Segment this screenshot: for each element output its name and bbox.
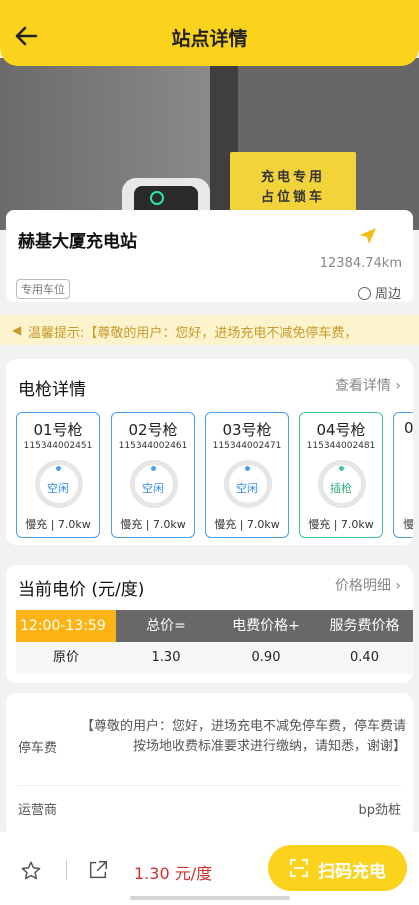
gun-status: 空闲 [236,482,258,495]
gun-card[interactable]: 0 慢 [393,412,413,538]
divider [18,785,401,786]
gun-details-card: 电枪详情 查看详情 › 01号枪 115344002451 空闲 慢充 | 7.… [6,359,413,545]
radar-icon [357,287,371,300]
station-photo: 充电专用 占位锁车 [0,58,419,230]
home-indicator [130,896,290,900]
station-name: 赫基大厦充电站 [18,232,137,252]
station-distance: 12384.74km [319,256,402,271]
station-card: 赫基大厦充电站 12384.74km 专用车位 周边 [6,210,413,302]
price-per-kwh: 1.30 元/度 [134,864,213,883]
page-title: 站点详情 [171,28,248,50]
operator-value: bp劲桩 [358,803,401,818]
speaker-icon: ◀ [12,323,22,337]
time-period: 12:00-13:59 [16,610,116,642]
gun-card[interactable]: 02号枪 115344002461 空闲 慢充 | 7.0kw [111,412,195,538]
operator-label: 运营商 [18,803,58,818]
price-details-link[interactable]: 价格明细 › [335,575,401,595]
price-table: 12:00-13:59 总价= 电费价格+ 服务费价格 原价 1.30 0.90… [16,610,413,674]
parking-fee-text: 【尊敬的用户：您好，进场充电不减免停车费，停车费请按场地收费标准要求进行缴纳，请… [80,719,406,754]
app-header: 站点详情 [0,0,419,66]
parking-tag: 专用车位 [16,279,70,299]
parking-sign: 充电专用 占位锁车 [230,152,356,214]
divider [66,860,67,880]
gun-status: 空闲 [142,482,164,495]
gun-status: 空闲 [47,482,69,495]
table-row: 原价 1.30 0.90 0.40 [16,642,413,674]
gun-status: 插枪 [330,482,352,495]
star-icon[interactable] [20,860,42,882]
info-card: 停车费 【尊敬的用户：您好，进场充电不减免停车费，停车费请按场地收费标准要求进行… [6,693,413,838]
gun-card[interactable]: 04号枪 115344002481 插枪 慢充 | 7.0kw [299,412,383,538]
price-section-title: 当前电价 (元/度) [18,580,145,600]
share-icon[interactable] [87,859,109,881]
notice-banner: ◀ 温馨提示:【尊敬的用户：您好，进场充电不减免停车费， [0,315,419,345]
gun-card[interactable]: 03号枪 115344002471 空闲 慢充 | 7.0kw [205,412,289,538]
parking-fee-label: 停车费 [18,741,58,756]
gun-section-title: 电枪详情 [18,380,86,400]
notice-text: 温馨提示:【尊敬的用户：您好，进场充电不减免停车费， [28,326,358,341]
price-card: 当前电价 (元/度) 价格明细 › 12:00-13:59 总价= 电费价格+ … [6,565,413,683]
navigate-icon[interactable] [358,226,378,246]
scan-charge-button[interactable]: 扫码充电 [268,845,407,891]
scan-icon [290,859,308,877]
bottom-bar: 1.30 元/度 扫码充电 [0,832,419,905]
nearby-button[interactable]: 周边 [357,283,401,302]
gun-card[interactable]: 01号枪 115344002451 空闲 慢充 | 7.0kw [16,412,100,538]
view-details-link[interactable]: 查看详情 › [335,375,401,395]
